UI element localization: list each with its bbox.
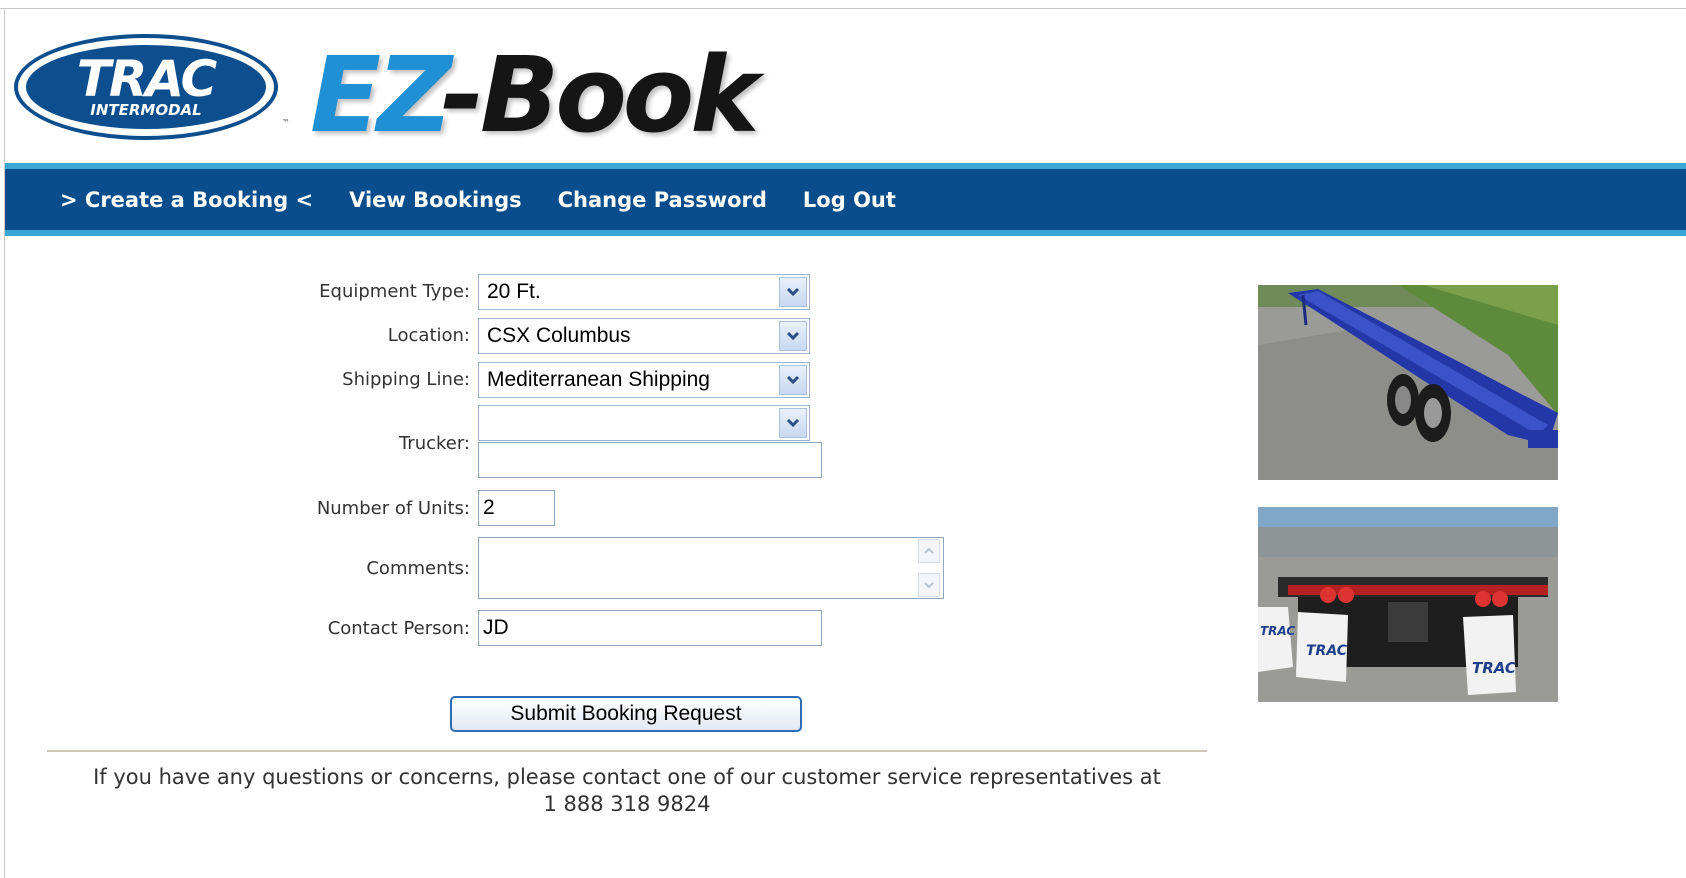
app-title-ez: EZ	[310, 34, 445, 156]
location-select[interactable]: CSX Columbus	[478, 318, 810, 354]
chevron-down-icon[interactable]	[918, 573, 940, 597]
nav-create-booking[interactable]: > Create a Booking <	[60, 188, 313, 212]
nav-stripe-bottom	[5, 230, 1686, 236]
footer-phone: 1 888 318 9824	[543, 792, 711, 816]
chevron-up-icon[interactable]	[918, 539, 940, 563]
contact-person-input[interactable]: JD	[478, 610, 822, 646]
nav-change-password[interactable]: Change Password	[558, 188, 767, 212]
nav-log-out[interactable]: Log Out	[803, 188, 896, 212]
trucker-input[interactable]	[478, 442, 822, 478]
chevron-down-icon[interactable]	[779, 277, 807, 307]
trac-logo-word: TRAC	[76, 50, 217, 108]
comments-label: Comments:	[366, 558, 470, 579]
chassis-photo-2: TRAC TRAC TRAC	[1258, 507, 1558, 702]
shipping-line-value: Mediterranean Shipping	[487, 368, 710, 391]
equipment-type-select[interactable]: 20 Ft.	[478, 274, 810, 310]
number-of-units-value: 2	[483, 496, 495, 519]
chevron-down-icon[interactable]	[779, 365, 807, 395]
trac-logo-outline: TRAC INTERMODAL	[14, 34, 278, 140]
chassis-photo-1	[1258, 285, 1558, 480]
trac-mark-2: TRAC	[1306, 643, 1348, 659]
comments-textarea[interactable]	[478, 537, 944, 599]
trac-mark-1: TRAC	[1260, 624, 1295, 638]
location-value: CSX Columbus	[487, 324, 631, 347]
contact-person-label: Contact Person:	[327, 618, 470, 639]
page-frame-top	[0, 8, 1686, 9]
trac-logo-subtitle: INTERMODAL	[90, 101, 202, 119]
submit-booking-button[interactable]: Submit Booking Request	[450, 696, 802, 732]
equipment-type-label: Equipment Type:	[319, 281, 470, 302]
shipping-line-label: Shipping Line:	[342, 369, 470, 390]
trac-logo-badge: TRAC INTERMODAL	[26, 45, 266, 129]
chevron-down-icon[interactable]	[779, 408, 807, 438]
number-of-units-input[interactable]: 2	[478, 490, 555, 526]
shipping-line-select[interactable]: Mediterranean Shipping	[478, 362, 810, 398]
main-nav: > Create a Booking < View Bookings Chang…	[5, 169, 1686, 230]
contact-footer: If you have any questions or concerns, p…	[47, 764, 1207, 818]
trademark-mark: ™	[282, 118, 290, 127]
trac-mark-3: TRAC	[1472, 659, 1516, 677]
number-of-units-label: Number of Units:	[316, 498, 470, 519]
app-title: EZ-Book	[310, 40, 759, 150]
contact-person-value: JD	[483, 616, 509, 639]
app-title-book: -Book	[440, 34, 759, 156]
chevron-down-icon[interactable]	[779, 321, 807, 351]
page-frame-left	[4, 8, 5, 878]
location-label: Location:	[387, 325, 470, 346]
footer-line-1: If you have any questions or concerns, p…	[93, 765, 1161, 789]
comments-scrollbar[interactable]	[918, 539, 942, 597]
trucker-select[interactable]	[478, 405, 810, 441]
trucker-label: Trucker:	[398, 433, 470, 454]
trac-logo: TRAC INTERMODAL ™	[14, 34, 290, 140]
equipment-type-value: 20 Ft.	[487, 280, 541, 303]
footer-divider	[47, 750, 1207, 752]
nav-view-bookings[interactable]: View Bookings	[349, 188, 522, 212]
